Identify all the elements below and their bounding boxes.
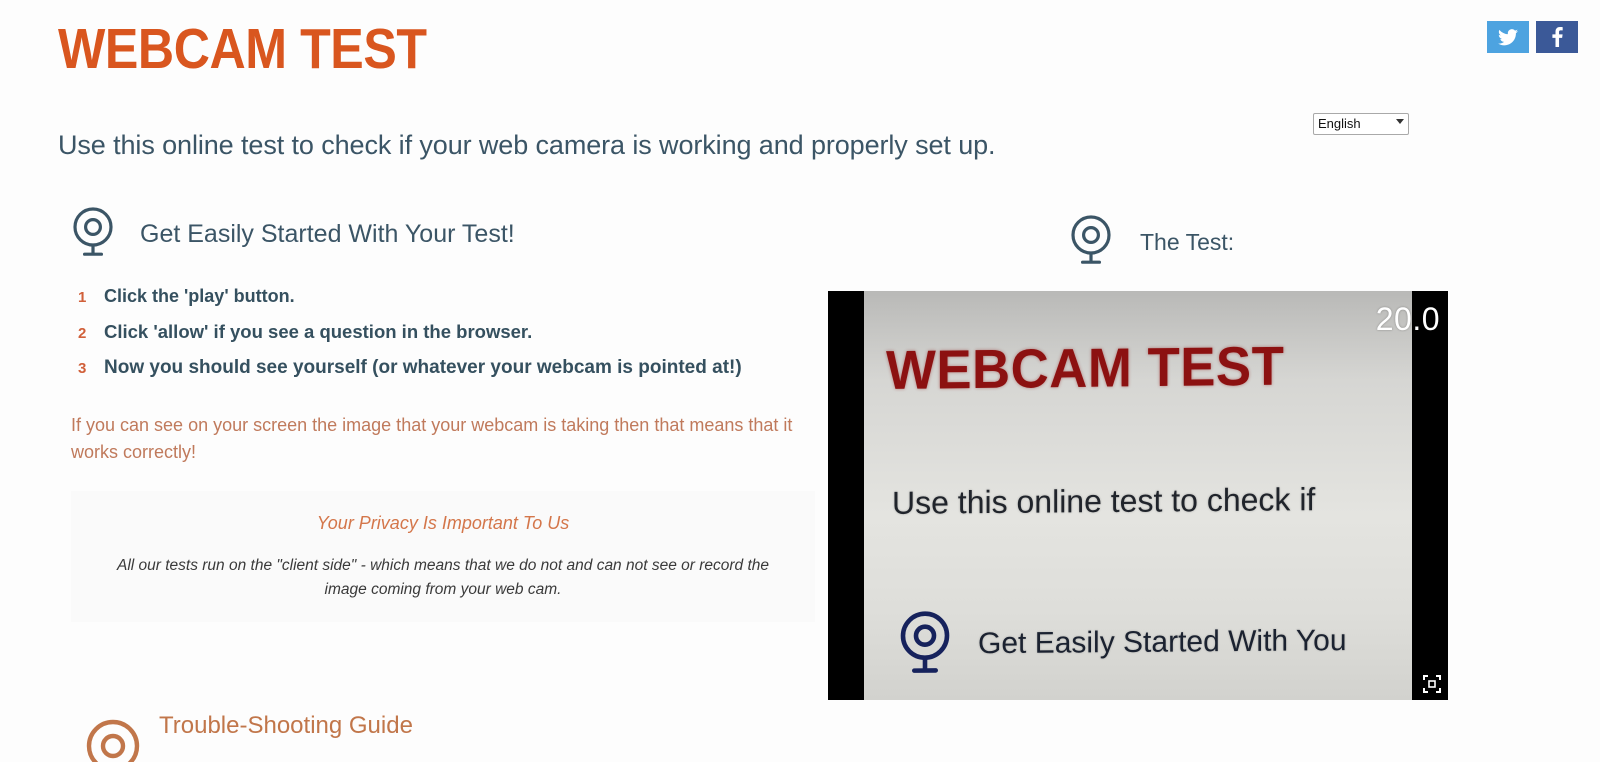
step-text: Click 'allow' if you see a question in t… [104, 321, 533, 342]
language-selector[interactable]: English [1313, 113, 1409, 135]
section-title-text: Get Easily Started With Your Test! [140, 220, 515, 248]
section-heading-trouble-shooting: Trouble-Shooting Guide [85, 712, 413, 762]
webcam-icon [898, 608, 952, 679]
twitter-share-button[interactable] [1487, 21, 1529, 53]
step-text: Click the 'play' button. [104, 286, 295, 306]
language-select[interactable]: English [1313, 113, 1409, 135]
privacy-body: All our tests run on the "client side" -… [116, 557, 770, 599]
fullscreen-icon[interactable] [1422, 674, 1442, 694]
list-item: 2 Click 'allow' if you see a question in… [78, 321, 798, 343]
page-root: WEBCAM TEST Use this online test to chec… [0, 0, 1600, 762]
twitter-icon [1498, 28, 1518, 45]
webcam-icon [1070, 214, 1112, 271]
step-number: 3 [78, 360, 87, 377]
privacy-box: Your Privacy Is Important To Us All our … [71, 491, 815, 623]
page-title: WEBCAM TEST [58, 17, 427, 81]
page-subtitle: Use this online test to check if your we… [58, 130, 996, 160]
step-text: Now you should see yourself (or whatever… [104, 357, 742, 378]
section-heading-get-started: Get Easily Started With Your Test! [72, 206, 515, 263]
social-share-buttons [1487, 21, 1578, 53]
fps-counter: 20.0 [1375, 301, 1440, 337]
privacy-title: Your Privacy Is Important To Us [316, 513, 570, 533]
list-item: 3 Now you should see yourself (or whatev… [78, 357, 798, 379]
video-content-title: WEBCAM TEST [886, 334, 1285, 401]
video-content-subtitle: Use this online test to check if [892, 481, 1316, 521]
confirmation-note: If you can see on your screen the image … [71, 415, 793, 462]
video-frame: WEBCAM TEST Use this online test to chec… [864, 291, 1412, 700]
step-number: 2 [78, 325, 87, 342]
section-title-text: Trouble-Shooting Guide [159, 712, 413, 739]
section-heading-the-test: The Test: [1070, 214, 1234, 271]
video-content-row-text: Get Easily Started With You [978, 623, 1347, 660]
step-number: 1 [78, 289, 87, 306]
webcam-video-player[interactable]: WEBCAM TEST Use this online test to chec… [828, 291, 1448, 700]
list-item: 1 Click the 'play' button. [78, 286, 798, 307]
webcam-icon [72, 206, 114, 263]
steps-list: 1 Click the 'play' button. 2 Click 'allo… [78, 286, 798, 393]
section-title-text: The Test: [1140, 229, 1235, 255]
video-content-row: Get Easily Started With You [898, 605, 1347, 680]
facebook-icon [1551, 27, 1563, 47]
facebook-share-button[interactable] [1536, 21, 1578, 53]
